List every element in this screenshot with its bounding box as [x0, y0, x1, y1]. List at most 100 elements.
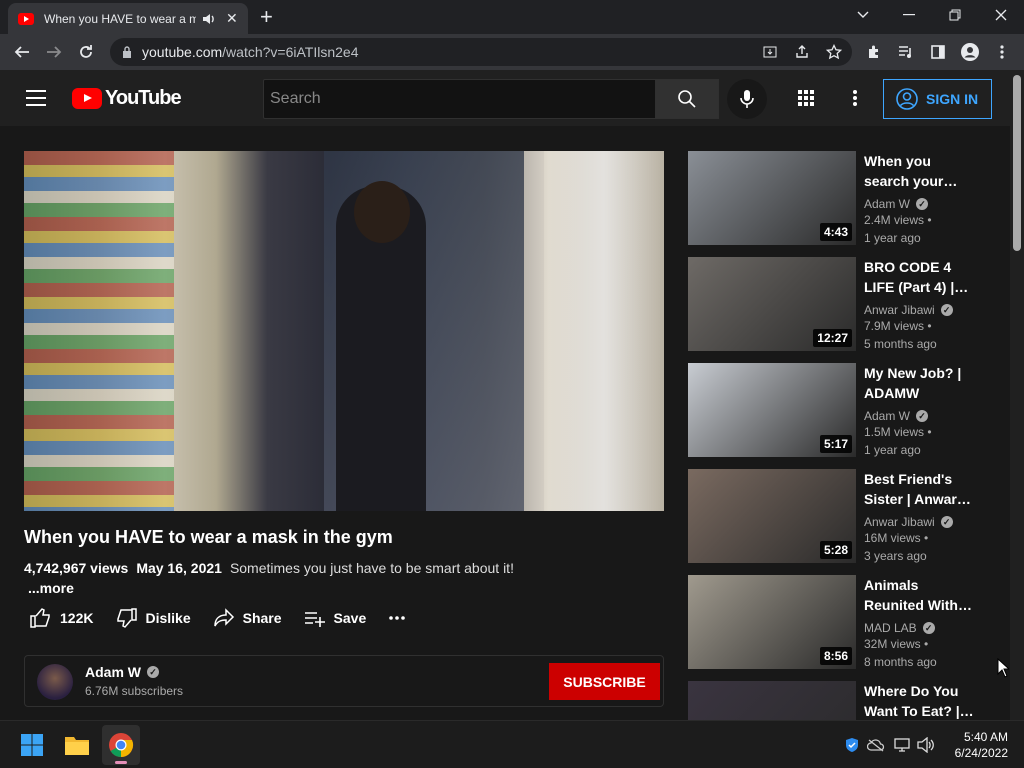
tab-close-icon[interactable]: ✕: [226, 10, 238, 27]
mouse-cursor-icon: [997, 658, 1009, 678]
recommendation-channel[interactable]: Adam W: [864, 197, 910, 211]
address-bar[interactable]: youtube.com/watch?v=6iATIlsn2e4: [110, 38, 852, 66]
recommendation-title[interactable]: Best Friend's Sister | Anwar…: [864, 469, 974, 509]
recommendation-item[interactable]: 4:43 When you search your… Adam W 2.4M view…: [688, 151, 988, 247]
scrollbar-thumb[interactable]: [1013, 75, 1021, 251]
sign-in-label: SIGN IN: [926, 91, 979, 107]
lock-icon[interactable]: [122, 46, 132, 58]
file-explorer-icon[interactable]: [58, 725, 96, 765]
url-host: youtube.com: [142, 44, 223, 60]
dislike-label: Dislike: [145, 610, 191, 626]
page-scrollbar[interactable]: [1010, 70, 1024, 720]
duration-badge: 5:17: [819, 435, 852, 453]
verified-icon: [916, 410, 929, 422]
share-button[interactable]: Share: [213, 608, 282, 628]
thumbs-down-icon: [117, 608, 138, 628]
cloud-icon[interactable]: [866, 735, 886, 755]
recommendation-thumbnail[interactable]: 8:56: [688, 575, 856, 669]
browser-menu-icon[interactable]: [992, 42, 1012, 62]
volume-icon[interactable]: [916, 735, 936, 755]
recommendation-thumbnail[interactable]: 5:28: [688, 469, 856, 563]
speaker-icon[interactable]: [202, 13, 216, 25]
minimize-icon[interactable]: [886, 0, 932, 30]
video-player[interactable]: [24, 151, 664, 511]
recommendation-title[interactable]: BRO CODE 4 LIFE (Part 4) |…: [864, 257, 974, 297]
video-title: When you HAVE to wear a mask in the gym: [24, 527, 393, 547]
show-more-link[interactable]: ...more: [28, 580, 74, 596]
recommendation-channel[interactable]: MAD LAB: [864, 621, 917, 635]
recommendation-channel[interactable]: Anwar Jibawi: [864, 515, 935, 529]
youtube-logo[interactable]: YouTube: [72, 87, 182, 110]
voice-search-button[interactable]: [727, 79, 767, 119]
share-page-icon[interactable]: [792, 42, 812, 62]
verified-icon: [922, 622, 935, 634]
back-icon[interactable]: [10, 40, 34, 64]
dislike-button[interactable]: Dislike: [115, 608, 191, 628]
recommendation-item[interactable]: Where Do You Want To Eat? |…: [688, 681, 988, 720]
recommendation-thumbnail[interactable]: 4:43: [688, 151, 856, 245]
recommendation-channel[interactable]: Anwar Jibawi: [864, 303, 935, 317]
verified-icon: [147, 666, 159, 678]
video-actions: 122K Dislike Share Save: [30, 608, 436, 628]
avatar[interactable]: [37, 664, 73, 700]
side-panel-icon[interactable]: [928, 42, 948, 62]
recommendation-age: 1 year ago: [864, 443, 921, 457]
more-actions-icon[interactable]: [388, 616, 414, 620]
sign-in-button[interactable]: SIGN IN: [883, 79, 992, 119]
microphone-icon: [740, 90, 754, 108]
restore-icon[interactable]: [932, 0, 978, 30]
media-control-icon[interactable]: [896, 42, 916, 62]
account-icon: [896, 88, 918, 110]
recommendation-age: 5 months ago: [864, 337, 937, 351]
window-close-icon[interactable]: [978, 0, 1024, 30]
chrome-icon[interactable]: [102, 725, 140, 765]
channel-row: Adam W 6.76M subscribers SUBSCRIBE: [24, 655, 664, 707]
playlist-add-icon: [304, 612, 325, 627]
install-icon[interactable]: [760, 42, 780, 62]
settings-more-icon[interactable]: [845, 88, 865, 108]
share-icon: [213, 608, 234, 627]
bookmark-star-icon[interactable]: [824, 42, 844, 62]
upload-date: May 16, 2021: [136, 560, 222, 576]
view-count: 4,742,967 views: [24, 560, 129, 576]
recommendation-title[interactable]: My New Job? | ADAMW: [864, 363, 974, 403]
recommendation-item[interactable]: 5:17 My New Job? | ADAMW Adam W 1.5M views …: [688, 363, 988, 459]
verified-icon: [940, 304, 953, 316]
recommendation-thumbnail[interactable]: 12:27: [688, 257, 856, 351]
save-button[interactable]: Save: [304, 608, 366, 628]
recommendation-thumbnail[interactable]: [688, 681, 856, 720]
clock-date: 6/24/2022: [954, 746, 1008, 760]
recommendation-item[interactable]: 8:56 Animals Reunited With… MAD LAB 32M vie…: [688, 575, 988, 671]
profile-icon[interactable]: [960, 42, 980, 62]
subscribe-button[interactable]: SUBSCRIBE: [549, 663, 660, 700]
channel-name[interactable]: Adam W: [85, 664, 141, 680]
clock-time: 5:40 AM: [963, 730, 1008, 744]
recommendation-item[interactable]: 5:28 Best Friend's Sister | Anwar… Anwar J…: [688, 469, 988, 565]
search-button[interactable]: [655, 79, 719, 119]
windows-start-icon[interactable]: [13, 725, 51, 765]
browser-tab[interactable]: When you HAVE to wear a mask in the gym …: [8, 3, 248, 34]
recommendation-title[interactable]: When you search your…: [864, 151, 974, 191]
extensions-icon[interactable]: [864, 42, 884, 62]
recommendation-thumbnail[interactable]: 5:17: [688, 363, 856, 457]
recommendation-title[interactable]: Where Do You Want To Eat? |…: [864, 681, 974, 720]
menu-icon[interactable]: [26, 90, 46, 111]
thumbs-up-icon: [30, 608, 50, 628]
security-shield-icon[interactable]: [842, 735, 862, 755]
search-input[interactable]: [270, 90, 655, 108]
verified-icon: [940, 516, 953, 528]
tab-search-icon[interactable]: [840, 0, 886, 30]
duration-badge: 12:27: [813, 329, 852, 347]
search-box[interactable]: [263, 79, 656, 119]
network-icon[interactable]: [892, 735, 912, 755]
forward-icon[interactable]: [42, 40, 66, 64]
recommendation-title[interactable]: Animals Reunited With…: [864, 575, 974, 615]
recommendation-channel[interactable]: Adam W: [864, 409, 910, 423]
new-tab-icon[interactable]: +: [260, 6, 273, 28]
system-clock[interactable]: 5:40 AM 6/24/2022: [955, 729, 1008, 761]
recommendation-item[interactable]: 12:27 BRO CODE 4 LIFE (Part 4) |… Anwar Ji…: [688, 257, 988, 353]
reload-icon[interactable]: [74, 40, 98, 64]
like-button[interactable]: 122K: [30, 608, 93, 628]
apps-grid-icon[interactable]: [796, 88, 816, 108]
video-frame: [24, 151, 174, 511]
